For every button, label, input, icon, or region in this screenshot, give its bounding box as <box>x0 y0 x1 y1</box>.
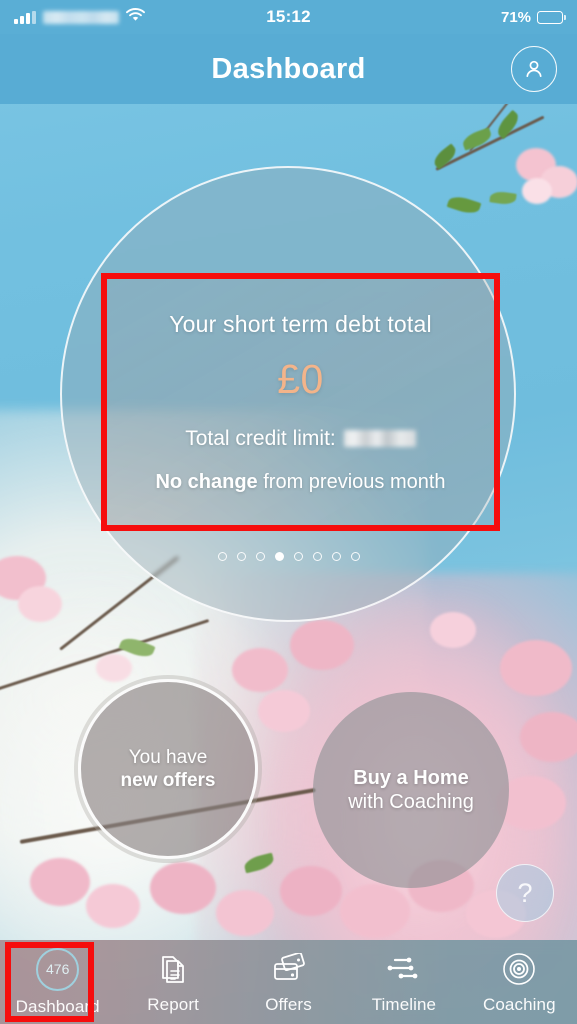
pager-dot-5[interactable] <box>312 552 322 561</box>
nav-item-timeline[interactable]: Timeline <box>346 940 461 1024</box>
coaching-bubble-line1: Buy a Home <box>353 766 469 789</box>
offers-bubble-line2: new offers <box>120 770 216 791</box>
credit-cards-icon <box>269 949 309 989</box>
nav-label-coaching: Coaching <box>483 995 556 1014</box>
nav-item-dashboard[interactable]: 476 Dashboard <box>0 940 115 1024</box>
score-ring-icon: 476 <box>36 947 80 991</box>
status-bar: 15:12 71% <box>0 0 577 34</box>
nav-label-dashboard: Dashboard <box>15 996 100 1016</box>
question-mark-icon: ? <box>517 877 533 908</box>
signal-bars-icon <box>14 10 36 24</box>
carrier-name-redacted <box>43 10 119 24</box>
battery-percent: 71% <box>500 8 532 26</box>
pager-dot-4[interactable] <box>293 552 303 561</box>
target-icon <box>499 949 539 989</box>
debt-card-amount: £0 <box>277 355 324 402</box>
bottom-navigation-bar: 476 Dashboard Report Offers Timeline Coa… <box>0 940 577 1024</box>
coaching-bubble-button[interactable]: Buy a Home with Coaching <box>313 692 509 888</box>
pager-dot-3[interactable] <box>274 552 284 561</box>
credit-limit-row: Total credit limit: <box>185 427 416 451</box>
coaching-bubble-line2: with Coaching <box>348 791 474 813</box>
status-time: 15:12 <box>266 7 311 26</box>
change-row: No change from previous month <box>155 471 445 494</box>
credit-limit-value-redacted <box>343 430 416 447</box>
documents-icon <box>153 949 193 989</box>
offers-bubble-button[interactable]: You have new offers <box>78 679 258 859</box>
profile-avatar-button[interactable] <box>511 46 557 92</box>
app-header: Dashboard <box>0 34 577 104</box>
pager-dot-6[interactable] <box>331 552 341 561</box>
status-left <box>14 7 266 27</box>
nav-label-timeline: Timeline <box>371 995 437 1014</box>
pager-dot-1[interactable] <box>236 552 246 561</box>
nav-label-report: Report <box>147 995 199 1014</box>
nav-item-report[interactable]: Report <box>115 940 230 1024</box>
person-icon <box>526 60 542 78</box>
nav-item-offers[interactable]: Offers <box>231 940 346 1024</box>
carousel-pager[interactable] <box>0 552 577 561</box>
pager-dot-0[interactable] <box>217 552 227 561</box>
debt-summary-card[interactable]: Your short term debt total £0 Total cred… <box>101 273 500 531</box>
nav-label-offers: Offers <box>265 995 312 1014</box>
page-title: Dashboard <box>211 52 366 85</box>
battery-icon <box>537 10 567 24</box>
credit-limit-label: Total credit limit: <box>185 426 336 450</box>
main-content: Your short term debt total £0 Total cred… <box>0 104 577 1024</box>
nav-item-coaching[interactable]: Coaching <box>462 940 577 1024</box>
change-rest: from previous month <box>257 470 446 493</box>
change-emphasis: No change <box>155 470 258 493</box>
help-button[interactable]: ? <box>496 864 554 922</box>
debt-card-headline: Your short term debt total <box>169 310 432 337</box>
wifi-icon <box>126 7 145 27</box>
pager-dot-2[interactable] <box>255 552 265 561</box>
credit-score-value: 476 <box>46 961 70 977</box>
status-right: 71% <box>311 8 567 26</box>
pager-dot-7[interactable] <box>350 552 360 561</box>
timeline-icon <box>384 949 424 989</box>
offers-bubble-line1: You have <box>128 746 208 768</box>
